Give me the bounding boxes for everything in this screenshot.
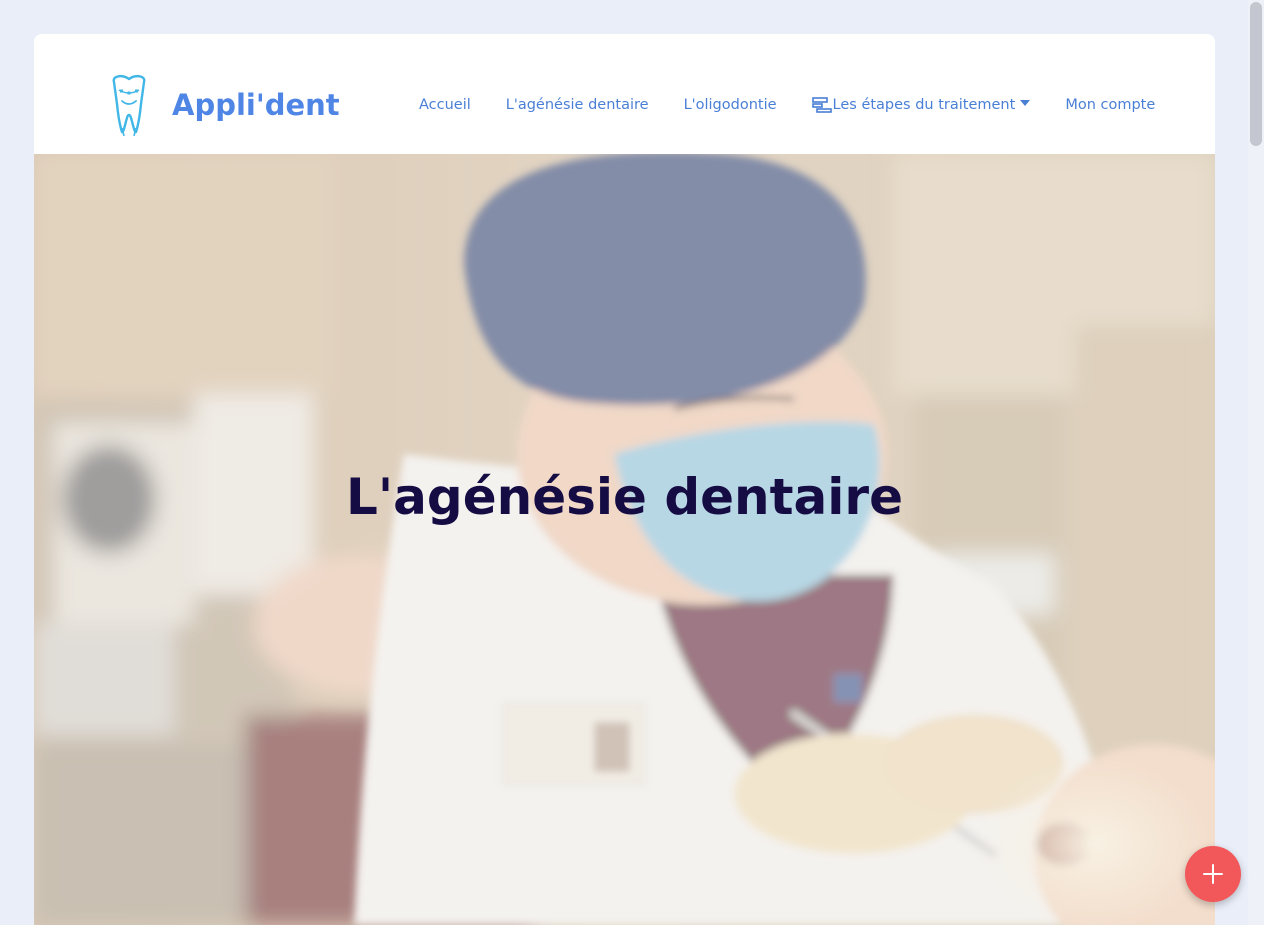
add-floating-button[interactable]: [1185, 846, 1241, 902]
brand-link[interactable]: Appli'dent: [108, 74, 340, 136]
nav-item-label: Accueil: [419, 97, 471, 113]
hero-overlay: [34, 154, 1215, 925]
main-nav: Accueil L'agénésie dentaire L'oligodonti…: [419, 94, 1155, 116]
scrollbar-thumb[interactable]: [1250, 2, 1262, 146]
nav-item-label: L'agénésie dentaire: [505, 97, 649, 113]
brand-name: Appli'dent: [172, 88, 340, 122]
nav-item-label: Mon compte: [1065, 97, 1156, 113]
nav-item-agenesie[interactable]: L'agénésie dentaire: [506, 97, 649, 113]
nav-item-accueil[interactable]: Accueil: [419, 97, 471, 113]
nav-item-oligodontie[interactable]: L'oligodontie: [684, 97, 777, 113]
plus-icon: [1203, 864, 1223, 884]
page-frame: Appli'dent Accueil L'agénésie dentaire L…: [34, 34, 1215, 925]
caret-down-icon: [1020, 100, 1031, 106]
nav-item-label: Les étapes du traitement: [832, 97, 1016, 113]
hero-title: L'agénésie dentaire: [346, 468, 903, 526]
steps-list-icon: [811, 97, 832, 113]
tooth-braces-icon: [112, 74, 146, 136]
nav-item-etapes-dropdown[interactable]: Les étapes du traitement: [811, 96, 1031, 114]
nav-item-mon-compte[interactable]: Mon compte: [1065, 97, 1155, 113]
nav-item-label: L'oligodontie: [683, 97, 777, 113]
hero-banner: L'agénésie dentaire: [34, 154, 1215, 925]
vertical-scrollbar[interactable]: [1248, 0, 1264, 925]
navbar: Appli'dent Accueil L'agénésie dentaire L…: [34, 34, 1215, 154]
